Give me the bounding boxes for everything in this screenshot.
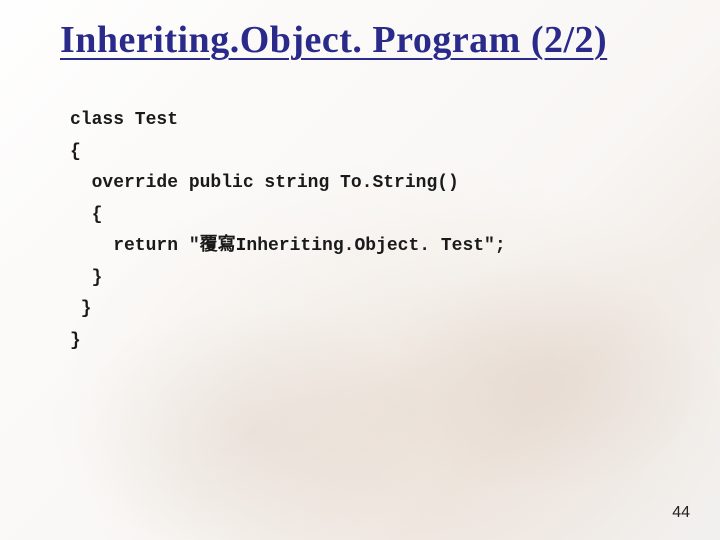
slide: Inheriting.Object. Program (2/2) class T… bbox=[0, 0, 720, 540]
code-line: { bbox=[70, 205, 102, 225]
code-line: override public string To.String() bbox=[70, 173, 459, 193]
code-line: } bbox=[70, 331, 81, 351]
code-block: class Test { override public string To.S… bbox=[70, 105, 660, 357]
code-line: class Test bbox=[70, 110, 178, 130]
code-line: { bbox=[70, 142, 81, 162]
slide-title: Inheriting.Object. Program (2/2) bbox=[60, 18, 680, 62]
code-line: } bbox=[70, 268, 102, 288]
code-line: } bbox=[70, 299, 92, 319]
code-line: return "覆寫Inheriting.Object. Test"; bbox=[70, 236, 506, 256]
page-number: 44 bbox=[672, 504, 690, 522]
